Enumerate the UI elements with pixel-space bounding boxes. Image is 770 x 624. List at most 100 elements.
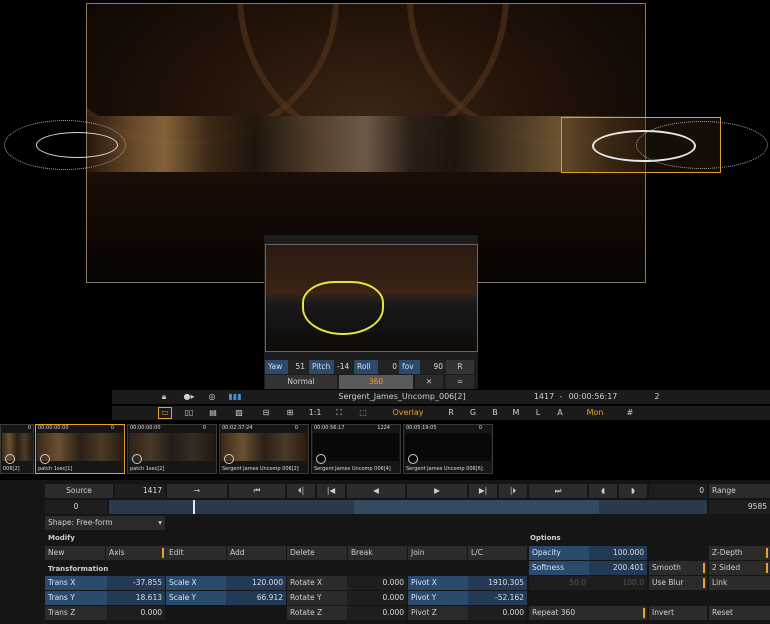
fit-icon[interactable]: ⛶ xyxy=(332,406,346,420)
skip-end-button[interactable]: ⏭ xyxy=(529,484,587,498)
source-frame-field[interactable]: 1417 xyxy=(115,484,165,498)
thumbnail-count: 0 xyxy=(27,425,31,431)
clip-thumbnail[interactable]: 00:00:00:00 0 patch 1sec[1] xyxy=(35,424,125,474)
skip-start-button[interactable]: ⏮ xyxy=(229,484,285,498)
thumbnail-count: 1224 xyxy=(377,425,390,431)
trans-y-field[interactable]: 18.613 xyxy=(107,591,165,605)
yaw-value[interactable]: 51 xyxy=(288,360,308,374)
edit-button[interactable]: Edit xyxy=(166,546,226,560)
softness-a-field[interactable]: 50.0 xyxy=(529,576,589,590)
view-mode-icon[interactable]: ▭ xyxy=(158,407,172,419)
smooth-button[interactable]: Smooth xyxy=(649,561,707,575)
shape-outline-left[interactable] xyxy=(36,132,118,158)
two-sided-button[interactable]: 2 Sided xyxy=(709,561,770,575)
two-sided-toggle-indicator xyxy=(766,563,768,573)
inset-360-preview[interactable] xyxy=(265,244,478,352)
rotate-y-field[interactable]: 0.000 xyxy=(347,591,407,605)
zoom-in-icon[interactable]: ⊞ xyxy=(284,406,296,420)
reset-view-button[interactable]: R xyxy=(446,360,474,374)
lock-icon[interactable]: 🔒︎ xyxy=(158,390,170,404)
range-button[interactable]: Range xyxy=(709,484,770,498)
reset-button[interactable]: Reset xyxy=(709,606,770,620)
repeat-360-button[interactable]: Repeat 360 xyxy=(529,606,647,620)
zdepth-button[interactable]: Z-Depth xyxy=(709,546,770,560)
audio-bars-icon[interactable]: ▮▮▮ xyxy=(228,390,242,404)
trans-x-field[interactable]: -37.855 xyxy=(107,576,165,590)
scale-y-field[interactable]: 66.912 xyxy=(226,591,286,605)
play-back-button[interactable]: ◀ xyxy=(347,484,405,498)
draw-icon[interactable]: ⬚ xyxy=(356,406,370,420)
menu-icon[interactable]: = xyxy=(446,375,474,389)
mark-in-button[interactable]: ◖ xyxy=(589,484,617,498)
mark-out-button[interactable]: ◗ xyxy=(619,484,647,498)
rotate-x-field[interactable]: 0.000 xyxy=(347,576,407,590)
source-button[interactable]: Source xyxy=(45,484,113,498)
axis-button[interactable]: Axis xyxy=(106,546,166,560)
channel-l[interactable]: L xyxy=(533,406,543,420)
play-button[interactable]: ▶ xyxy=(407,484,467,498)
fov-value[interactable]: 90 xyxy=(420,360,446,374)
step-forward-button[interactable]: ▶| xyxy=(469,484,497,498)
clip-thumbnail[interactable]: 00:00:00:00 0 patch 1sec[2] xyxy=(127,424,217,474)
channel-m[interactable]: M xyxy=(511,406,521,420)
monitor-button[interactable]: Mon xyxy=(584,406,606,420)
pivot-z-field[interactable]: 0.000 xyxy=(468,606,527,620)
timeline-start-field[interactable]: 0 xyxy=(45,500,107,514)
timeline-end-field[interactable]: 9585 xyxy=(709,500,770,514)
grid-icon[interactable]: # xyxy=(624,406,636,420)
zdepth-toggle-indicator xyxy=(766,548,768,558)
pivot-z-label: Pivot Z xyxy=(408,606,468,620)
rotate-z-field[interactable]: 0.000 xyxy=(347,606,407,620)
softness-field[interactable]: 200.401 xyxy=(589,561,647,575)
trans-z-field[interactable]: 0.000 xyxy=(107,606,165,620)
playhead[interactable] xyxy=(193,500,195,514)
clip-thumbnail[interactable]: 00:05:19:05 0 Sergent James Uncomp 006[6… xyxy=(403,424,493,474)
mode-360-button[interactable]: 360 xyxy=(339,375,413,389)
range-value-field[interactable]: 0 xyxy=(649,484,707,498)
join-button[interactable]: Join xyxy=(408,546,467,560)
clip-thumbnail[interactable]: 00:00:56:17 1224 Sergent James Uncomp 00… xyxy=(311,424,401,474)
channel-r[interactable]: R xyxy=(446,406,456,420)
prev-key-button[interactable]: ⏴| xyxy=(287,484,315,498)
thumbnail-count: 0 xyxy=(294,425,298,431)
inset-shape-outline[interactable] xyxy=(302,281,384,335)
goto-arrow-button[interactable]: ➞ xyxy=(167,484,227,498)
softness-b-field[interactable]: 100.0 xyxy=(589,576,647,590)
timeline-scrubber[interactable] xyxy=(109,500,707,514)
normal-mode-button[interactable]: Normal xyxy=(265,375,337,389)
invert-button[interactable]: Invert xyxy=(649,606,707,620)
channel-a[interactable]: A xyxy=(555,406,565,420)
next-key-button[interactable]: |⏵ xyxy=(499,484,527,498)
pivot-x-label: Pivot X xyxy=(408,576,468,590)
overlay-button[interactable]: Overlay xyxy=(392,406,424,420)
channel-g[interactable]: G xyxy=(468,406,478,420)
add-button[interactable]: Add xyxy=(227,546,286,560)
lc-button[interactable]: L/C xyxy=(468,546,527,560)
record-icon[interactable]: ●▸ xyxy=(182,390,196,404)
delete-button[interactable]: Delete xyxy=(287,546,347,560)
use-blur-button[interactable]: Use Blur xyxy=(649,576,707,590)
globe-icon xyxy=(5,454,15,464)
opacity-field[interactable]: 100.000 xyxy=(589,546,647,560)
scale-x-field[interactable]: 120.000 xyxy=(226,576,286,590)
close-icon[interactable]: ✕ xyxy=(415,375,443,389)
one-to-one-button[interactable]: 1:1 xyxy=(308,406,322,420)
compare-icon[interactable]: ▯▯ xyxy=(182,406,196,420)
clip-thumbnail[interactable]: 00:02:37:24 0 Sergent James Uncomp 006[2… xyxy=(219,424,309,474)
zoom-out-icon[interactable]: ⊟ xyxy=(260,406,272,420)
layout-icon[interactable]: ▤ xyxy=(206,406,220,420)
channel-b[interactable]: B xyxy=(490,406,500,420)
break-button[interactable]: Break xyxy=(348,546,407,560)
clip-thumbnail[interactable]: 0 006[2] xyxy=(0,424,34,474)
globe-icon[interactable]: ◎ xyxy=(206,390,218,404)
pivot-y-field[interactable]: -52.162 xyxy=(468,591,527,605)
pitch-value[interactable]: -14 xyxy=(334,360,352,374)
pivot-x-field[interactable]: 1910.305 xyxy=(468,576,527,590)
link-button[interactable]: Link xyxy=(709,576,770,590)
shape-type-select[interactable]: Shape: Free-form ▾ xyxy=(45,516,165,530)
step-back-button[interactable]: |◀ xyxy=(317,484,345,498)
split-icon[interactable]: ▨ xyxy=(232,406,246,420)
roll-value[interactable]: 0 xyxy=(378,360,400,374)
thumbnail-image xyxy=(129,433,215,461)
new-button[interactable]: New xyxy=(45,546,105,560)
